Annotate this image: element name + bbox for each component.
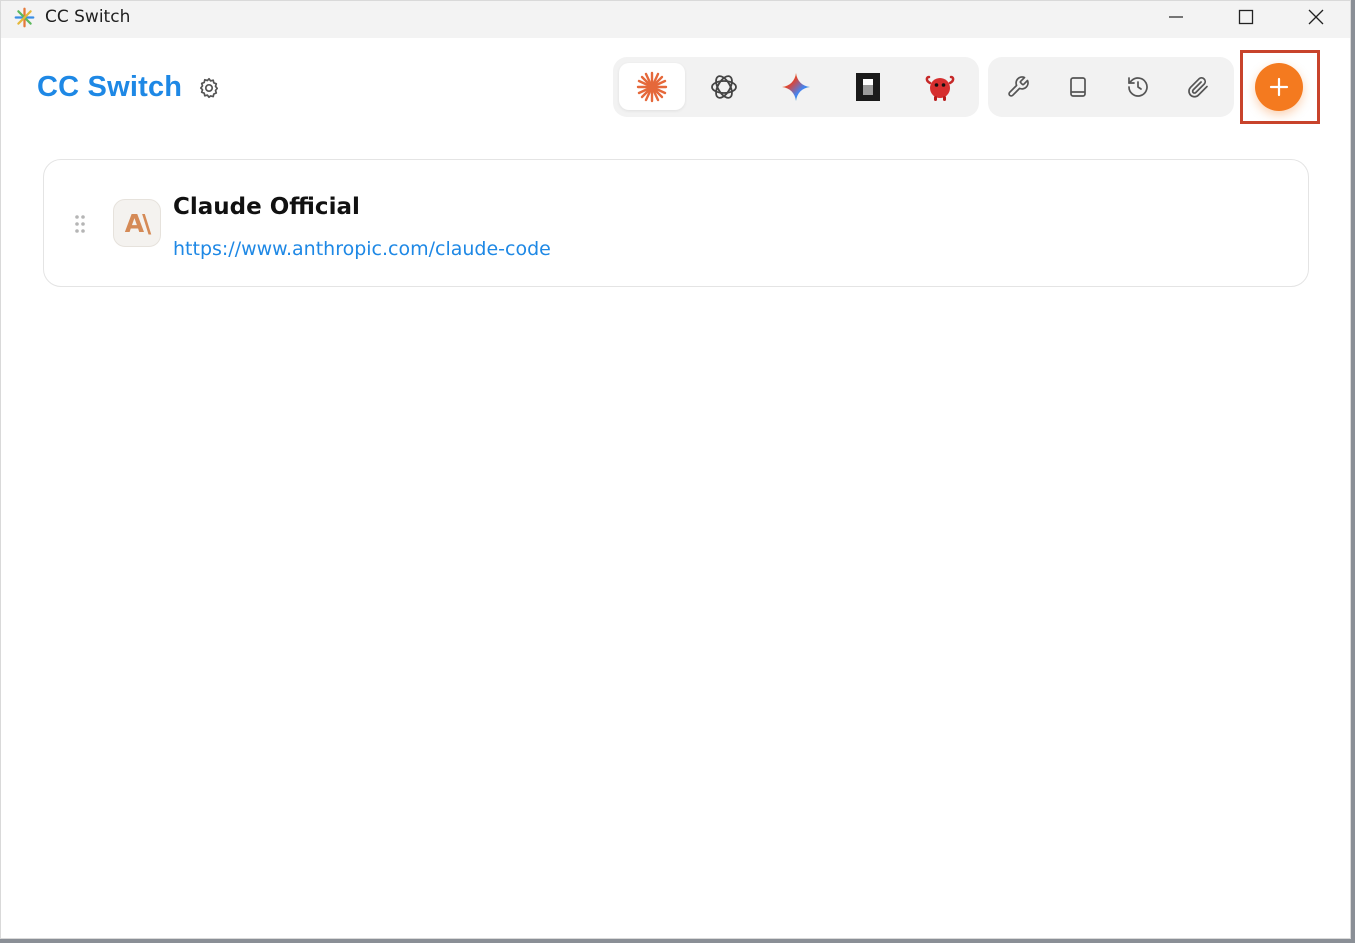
close-icon [1308, 9, 1324, 25]
paperclip-icon [1188, 77, 1208, 98]
attachments-button[interactable] [1180, 69, 1216, 105]
tab-claude[interactable] [619, 63, 685, 110]
minimize-button[interactable] [1141, 1, 1211, 33]
provider-icon-text: A\ [124, 208, 152, 238]
close-button[interactable] [1281, 1, 1350, 33]
maximize-button[interactable] [1211, 1, 1281, 33]
openai-knot-icon [711, 74, 737, 99]
claude-asterisk-icon [636, 71, 668, 102]
title-bar: CC Switch [1, 1, 1350, 38]
anthropic-logo-icon: A\ [113, 199, 161, 247]
history-icon [1128, 77, 1148, 97]
provider-name: Claude Official [173, 194, 360, 220]
tab-openclaw[interactable] [907, 63, 973, 110]
docs-button[interactable] [1060, 69, 1096, 105]
drag-handle-icon[interactable] [74, 214, 86, 234]
history-button[interactable] [1120, 69, 1156, 105]
gear-icon [199, 77, 219, 99]
minimize-icon [1169, 16, 1183, 18]
settings-button[interactable] [195, 74, 223, 102]
app-brand-title: CC Switch [37, 71, 183, 103]
tool-bar [988, 57, 1234, 117]
book-icon [1070, 77, 1086, 97]
tools-button[interactable] [1000, 69, 1036, 105]
red-creature-icon [925, 75, 955, 101]
gemini-sparkle-icon [782, 72, 810, 101]
tab-openai[interactable] [691, 63, 757, 110]
provider-url-link[interactable]: https://www.anthropic.com/claude-code [173, 238, 551, 260]
app-switcher [613, 57, 979, 117]
tab-gemini[interactable] [763, 63, 829, 110]
provider-card[interactable]: A\ Claude Official https://www.anthropic… [43, 159, 1309, 287]
app-window: CC Switch CC Switch A\ Claude Official h… [0, 0, 1351, 939]
opencode-block-icon [856, 72, 880, 101]
plus-icon [1269, 77, 1289, 97]
wrench-icon [1008, 76, 1029, 97]
app-logo-icon [14, 7, 35, 28]
maximize-icon [1238, 9, 1254, 25]
window-title: CC Switch [45, 7, 131, 27]
tab-opencode[interactable] [835, 63, 901, 110]
add-provider-button[interactable] [1255, 63, 1303, 111]
